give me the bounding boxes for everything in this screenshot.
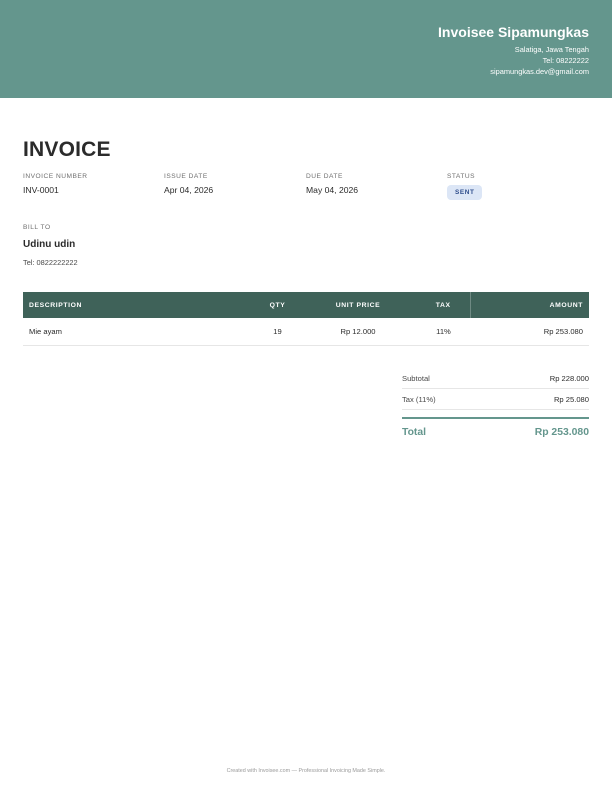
issue-date-label: ISSUE DATE xyxy=(164,173,208,180)
bill-to-label: BILL TO xyxy=(23,224,51,231)
line-items-table: DESCRIPTION QTY UNIT PRICE TAX AMOUNT Mi… xyxy=(23,292,589,346)
footer-text: Created with Invoisee.com — Professional… xyxy=(226,768,386,774)
total-label: Total xyxy=(402,426,427,438)
invoice-number: INV-0001 xyxy=(23,185,59,195)
item-description: Mie ayam xyxy=(23,318,256,346)
status-block: STATUS SENT xyxy=(447,172,483,200)
due-date-label: DUE DATE xyxy=(306,173,343,180)
table-row: Mie ayam 19 Rp 12.000 11% Rp 253.080 xyxy=(23,318,589,346)
company-tel: Tel: 08222222 xyxy=(542,56,589,65)
tax-label: Tax (11%) xyxy=(402,394,436,404)
subtotal-label: Subtotal xyxy=(402,373,430,383)
due-date-block: DUE DATE May 04, 2026 xyxy=(306,172,358,195)
invoice-number-label: INVOICE NUMBER xyxy=(23,173,88,180)
company-name: Invoisee Sipamungkas xyxy=(438,24,589,40)
client-name: Udinu udin xyxy=(23,239,76,250)
header-description: DESCRIPTION xyxy=(29,301,83,309)
item-amount: Rp 253.080 xyxy=(470,318,589,346)
bill-to-section: BILL TO Udinu udin Tel: 0822222222 xyxy=(23,223,78,267)
header-tax: TAX xyxy=(435,301,451,309)
company-header: Invoisee Sipamungkas Salatiga, Jawa Teng… xyxy=(0,0,612,98)
due-date: May 04, 2026 xyxy=(306,185,359,195)
company-address: Salatiga, Jawa Tengah xyxy=(514,45,589,54)
subtotal-row: Subtotal Rp 228.000 xyxy=(402,368,589,389)
item-unit-price: Rp 12.000 xyxy=(299,318,417,346)
tax-value: Rp 25.080 xyxy=(553,394,589,404)
total-row: Total Rp 253.080 xyxy=(402,417,589,445)
subtotal-value: Rp 228.000 xyxy=(549,373,589,383)
header-qty: QTY xyxy=(269,301,286,309)
totals-section: Subtotal Rp 228.000 Tax (11%) Rp 25.080 … xyxy=(402,368,589,445)
header-unit-price: UNIT PRICE xyxy=(335,301,381,309)
invoice-title: INVOICE xyxy=(23,138,111,161)
invoice-number-block: INVOICE NUMBER INV-0001 xyxy=(23,172,88,195)
client-tel: Tel: 0822222222 xyxy=(23,258,78,267)
item-tax: 11% xyxy=(417,318,470,346)
status-label: STATUS xyxy=(447,173,476,180)
status-badge: SENT xyxy=(447,185,483,200)
issue-date: Apr 04, 2026 xyxy=(164,185,214,195)
tax-row: Tax (11%) Rp 25.080 xyxy=(402,389,589,410)
item-qty: 19 xyxy=(256,318,299,346)
table-header-row: DESCRIPTION QTY UNIT PRICE TAX AMOUNT xyxy=(23,292,589,318)
total-value: Rp 253.080 xyxy=(534,426,589,438)
company-info: Invoisee Sipamungkas Salatiga, Jawa Teng… xyxy=(438,24,589,77)
issue-date-block: ISSUE DATE Apr 04, 2026 xyxy=(164,172,213,195)
company-email: sipamungkas.dev@gmail.com xyxy=(490,67,589,76)
header-amount: AMOUNT xyxy=(469,292,589,318)
